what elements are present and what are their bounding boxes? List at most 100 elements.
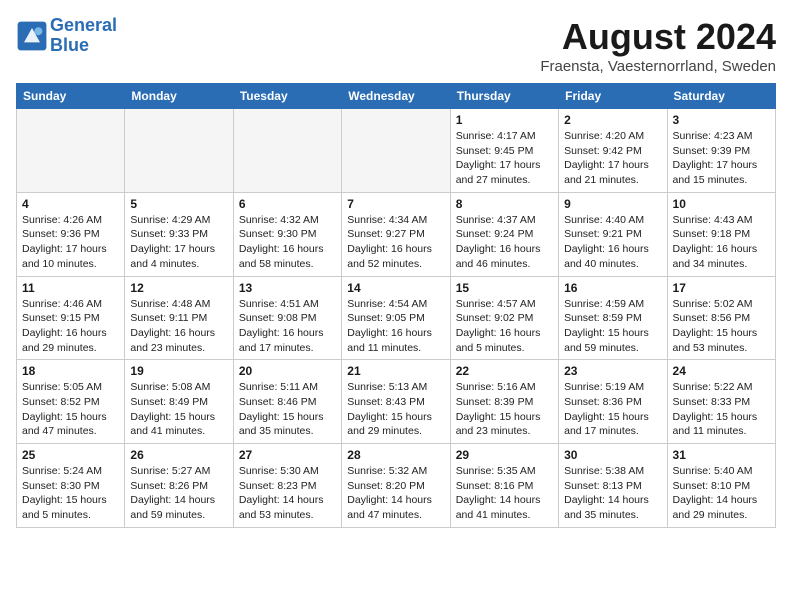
calendar-day-cell	[342, 109, 450, 193]
day-detail: Sunrise: 4:32 AM Sunset: 9:30 PM Dayligh…	[239, 213, 336, 272]
day-of-week-header: Monday	[125, 84, 233, 109]
calendar-header-row: SundayMondayTuesdayWednesdayThursdayFrid…	[17, 84, 776, 109]
calendar-day-cell: 13Sunrise: 4:51 AM Sunset: 9:08 PM Dayli…	[233, 276, 341, 360]
day-number: 9	[564, 197, 661, 211]
month-year: August 2024	[540, 16, 776, 58]
day-detail: Sunrise: 5:27 AM Sunset: 8:26 PM Dayligh…	[130, 464, 227, 523]
calendar-day-cell: 19 Sunrise: 5:08 AM Sunset: 8:49 PM Dayli…	[125, 360, 233, 444]
day-number: 27	[239, 448, 336, 462]
calendar-day-cell	[17, 109, 125, 193]
day-number: 14	[347, 281, 444, 295]
calendar-day-cell: 2 Sunrise: 4:20 AM Sunset: 9:42 PM Daylig…	[559, 109, 667, 193]
logo-text: General Blue	[50, 16, 117, 56]
title-area: August 2024 Fraensta, Vaesternorrland, S…	[540, 16, 776, 75]
calendar-day-cell: 30 Sunrise: 5:38 AM Sunset: 8:13 PM Dayli…	[559, 444, 667, 528]
day-detail: Sunrise: 5:19 AM Sunset: 8:36 PM Dayligh…	[564, 380, 661, 439]
day-number: 24	[673, 364, 770, 378]
calendar-day-cell: 7 Sunrise: 4:34 AM Sunset: 9:27 PM Daylig…	[342, 192, 450, 276]
logo-icon	[16, 20, 48, 52]
day-number: 15	[456, 281, 553, 295]
day-detail: Sunrise: 4:20 AM Sunset: 9:42 PM Dayligh…	[564, 129, 661, 188]
calendar-week-row: 1 Sunrise: 4:17 AM Sunset: 9:45 PM Daylig…	[17, 109, 776, 193]
calendar-day-cell	[233, 109, 341, 193]
day-number: 2	[564, 113, 661, 127]
day-number: 26	[130, 448, 227, 462]
day-number: 30	[564, 448, 661, 462]
day-number: 18	[22, 364, 119, 378]
calendar-day-cell: 20 Sunrise: 5:11 AM Sunset: 8:46 PM Dayli…	[233, 360, 341, 444]
day-detail: Sunrise: 4:37 AM Sunset: 9:24 PM Dayligh…	[456, 213, 553, 272]
day-detail: Sunrise: 4:46 AM Sunset: 9:15 PM Dayligh…	[22, 297, 119, 356]
calendar-day-cell: 4 Sunrise: 4:26 AM Sunset: 9:36 PM Daylig…	[17, 192, 125, 276]
day-detail: Sunrise: 5:38 AM Sunset: 8:13 PM Dayligh…	[564, 464, 661, 523]
logo-line2: Blue	[50, 35, 89, 55]
day-number: 28	[347, 448, 444, 462]
day-detail: Sunrise: 4:34 AM Sunset: 9:27 PM Dayligh…	[347, 213, 444, 272]
calendar-day-cell: 31 Sunrise: 5:40 AM Sunset: 8:10 PM Dayli…	[667, 444, 775, 528]
day-detail: Sunrise: 5:16 AM Sunset: 8:39 PM Dayligh…	[456, 380, 553, 439]
day-detail: Sunrise: 4:17 AM Sunset: 9:45 PM Dayligh…	[456, 129, 553, 188]
calendar-day-cell: 16 Sunrise: 4:59 AM Sunset: 8:59 PM Dayli…	[559, 276, 667, 360]
calendar-day-cell: 3 Sunrise: 4:23 AM Sunset: 9:39 PM Daylig…	[667, 109, 775, 193]
day-detail: Sunrise: 4:48 AM Sunset: 9:11 PM Dayligh…	[130, 297, 227, 356]
calendar-day-cell: 1 Sunrise: 4:17 AM Sunset: 9:45 PM Daylig…	[450, 109, 558, 193]
day-number: 16	[564, 281, 661, 295]
day-number: 31	[673, 448, 770, 462]
day-number: 20	[239, 364, 336, 378]
page-header: General Blue August 2024 Fraensta, Vaest…	[16, 16, 776, 75]
calendar-day-cell: 9 Sunrise: 4:40 AM Sunset: 9:21 PM Daylig…	[559, 192, 667, 276]
day-detail: Sunrise: 5:08 AM Sunset: 8:49 PM Dayligh…	[130, 380, 227, 439]
day-detail: Sunrise: 5:35 AM Sunset: 8:16 PM Dayligh…	[456, 464, 553, 523]
calendar-day-cell: 14Sunrise: 4:54 AM Sunset: 9:05 PM Dayli…	[342, 276, 450, 360]
day-detail: Sunrise: 4:57 AM Sunset: 9:02 PM Dayligh…	[456, 297, 553, 356]
day-number: 12	[130, 281, 227, 295]
day-of-week-header: Thursday	[450, 84, 558, 109]
calendar-day-cell: 8Sunrise: 4:37 AM Sunset: 9:24 PM Daylig…	[450, 192, 558, 276]
calendar-day-cell: 23 Sunrise: 5:19 AM Sunset: 8:36 PM Dayli…	[559, 360, 667, 444]
day-number: 7	[347, 197, 444, 211]
location: Fraensta, Vaesternorrland, Sweden	[540, 58, 776, 75]
calendar-day-cell: 17Sunrise: 5:02 AM Sunset: 8:56 PM Dayli…	[667, 276, 775, 360]
day-detail: Sunrise: 5:24 AM Sunset: 8:30 PM Dayligh…	[22, 464, 119, 523]
day-number: 6	[239, 197, 336, 211]
calendar-table: SundayMondayTuesdayWednesdayThursdayFrid…	[16, 83, 776, 528]
day-number: 13	[239, 281, 336, 295]
day-detail: Sunrise: 5:13 AM Sunset: 8:43 PM Dayligh…	[347, 380, 444, 439]
day-number: 1	[456, 113, 553, 127]
calendar-day-cell: 10Sunrise: 4:43 AM Sunset: 9:18 PM Dayli…	[667, 192, 775, 276]
day-detail: Sunrise: 5:30 AM Sunset: 8:23 PM Dayligh…	[239, 464, 336, 523]
day-detail: Sunrise: 5:40 AM Sunset: 8:10 PM Dayligh…	[673, 464, 770, 523]
day-of-week-header: Saturday	[667, 84, 775, 109]
day-detail: Sunrise: 5:05 AM Sunset: 8:52 PM Dayligh…	[22, 380, 119, 439]
day-detail: Sunrise: 5:11 AM Sunset: 8:46 PM Dayligh…	[239, 380, 336, 439]
day-number: 29	[456, 448, 553, 462]
day-number: 17	[673, 281, 770, 295]
day-number: 21	[347, 364, 444, 378]
calendar-day-cell: 29 Sunrise: 5:35 AM Sunset: 8:16 PM Dayli…	[450, 444, 558, 528]
day-number: 4	[22, 197, 119, 211]
calendar-day-cell: 11Sunrise: 4:46 AM Sunset: 9:15 PM Dayli…	[17, 276, 125, 360]
calendar-day-cell: 22Sunrise: 5:16 AM Sunset: 8:39 PM Dayli…	[450, 360, 558, 444]
calendar-day-cell: 24Sunrise: 5:22 AM Sunset: 8:33 PM Dayli…	[667, 360, 775, 444]
calendar-day-cell: 15 Sunrise: 4:57 AM Sunset: 9:02 PM Dayli…	[450, 276, 558, 360]
day-of-week-header: Wednesday	[342, 84, 450, 109]
calendar-day-cell: 26 Sunrise: 5:27 AM Sunset: 8:26 PM Dayli…	[125, 444, 233, 528]
calendar-day-cell: 28Sunrise: 5:32 AM Sunset: 8:20 PM Dayli…	[342, 444, 450, 528]
day-detail: Sunrise: 4:29 AM Sunset: 9:33 PM Dayligh…	[130, 213, 227, 272]
day-number: 19	[130, 364, 227, 378]
calendar-week-row: 11Sunrise: 4:46 AM Sunset: 9:15 PM Dayli…	[17, 276, 776, 360]
calendar-day-cell: 21 Sunrise: 5:13 AM Sunset: 8:43 PM Dayli…	[342, 360, 450, 444]
day-detail: Sunrise: 4:43 AM Sunset: 9:18 PM Dayligh…	[673, 213, 770, 272]
day-of-week-header: Tuesday	[233, 84, 341, 109]
day-detail: Sunrise: 4:59 AM Sunset: 8:59 PM Dayligh…	[564, 297, 661, 356]
day-number: 23	[564, 364, 661, 378]
day-number: 25	[22, 448, 119, 462]
calendar-day-cell: 5 Sunrise: 4:29 AM Sunset: 9:33 PM Daylig…	[125, 192, 233, 276]
calendar-day-cell: 27 Sunrise: 5:30 AM Sunset: 8:23 PM Dayli…	[233, 444, 341, 528]
day-detail: Sunrise: 4:40 AM Sunset: 9:21 PM Dayligh…	[564, 213, 661, 272]
day-detail: Sunrise: 4:26 AM Sunset: 9:36 PM Dayligh…	[22, 213, 119, 272]
calendar-day-cell: 25 Sunrise: 5:24 AM Sunset: 8:30 PM Dayli…	[17, 444, 125, 528]
day-detail: Sunrise: 4:23 AM Sunset: 9:39 PM Dayligh…	[673, 129, 770, 188]
day-number: 5	[130, 197, 227, 211]
day-number: 3	[673, 113, 770, 127]
